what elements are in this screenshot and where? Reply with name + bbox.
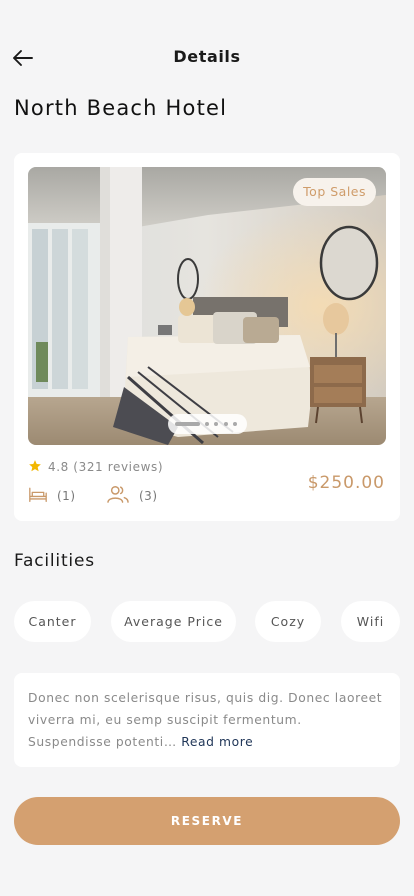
room-photo[interactable]: Top Sales <box>28 167 386 445</box>
price: $250.00 <box>307 473 385 493</box>
facility-chip-wifi[interactable]: Wifi <box>341 601 400 642</box>
facility-chip-canter[interactable]: Canter <box>14 601 91 642</box>
beds-info: (1) <box>28 486 76 506</box>
pager-dot[interactable] <box>214 422 218 426</box>
description-card: Donec non scelerisque risus, quis dig. D… <box>14 673 400 767</box>
users-icon <box>106 484 130 508</box>
hotel-name: North Beach Hotel <box>14 96 228 120</box>
rating[interactable]: 4.8 (321 reviews) <box>28 459 163 475</box>
star-icon <box>28 458 42 477</box>
pager-dot[interactable] <box>205 422 209 426</box>
beds-count: (1) <box>57 489 76 503</box>
rating-text: 4.8 (321 reviews) <box>48 460 164 474</box>
facilities-list: Canter Average Price Cozy Wifi <box>0 601 414 642</box>
page-title: Details <box>173 47 241 66</box>
gallery-pager[interactable] <box>168 414 247 434</box>
pager-active-indicator[interactable] <box>175 422 200 426</box>
facilities-title: Facilities <box>14 551 95 571</box>
guests-count: (3) <box>139 489 158 503</box>
reserve-button[interactable]: RESERVE <box>14 797 400 845</box>
facility-chip-cozy[interactable]: Cozy <box>255 601 321 642</box>
guests-info: (3) <box>106 486 158 506</box>
top-sales-badge[interactable]: Top Sales <box>293 178 376 206</box>
facility-chip-average-price[interactable]: Average Price <box>111 601 236 642</box>
bedroom-image <box>28 167 386 445</box>
pager-dot[interactable] <box>224 422 228 426</box>
pager-dot[interactable] <box>233 422 237 426</box>
bed-icon <box>28 485 48 507</box>
read-more-link[interactable]: Read more <box>181 735 253 749</box>
hotel-card: Top Sales 4.8 (321 reviews) (1) (3) $250… <box>14 153 400 521</box>
